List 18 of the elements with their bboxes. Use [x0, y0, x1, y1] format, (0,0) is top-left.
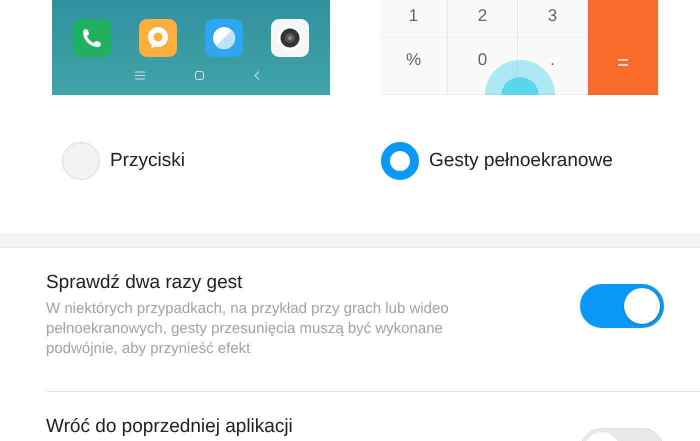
home-icon: [194, 71, 204, 80]
setting-title: Sprawdź dwa razy gest: [46, 272, 244, 294]
toggle-switch[interactable]: [580, 284, 664, 328]
calculator-key: 1: [380, 0, 448, 38]
chat-bubble-icon: [139, 19, 177, 57]
setting-description: W niektórych przypadkach, na przykład przy grach lub wideo pełnoekranowych, gesty przesunięcia muszą być wykonane podwójnie, aby przynieść efekt: [46, 299, 450, 359]
navigation-option[interactable]: Przyciski: [62, 130, 381, 191]
radio-button[interactable]: [381, 142, 419, 180]
menu-icon: [134, 71, 144, 80]
camera-icon: [271, 19, 309, 57]
calculator-key: %: [380, 38, 448, 95]
equals-key: =: [588, 0, 658, 95]
back-icon: [254, 71, 260, 80]
phone-icon: [73, 19, 111, 57]
calculator-key: 2: [448, 0, 518, 38]
browser-icon: [205, 19, 243, 57]
navigation-option[interactable]: Gesty pełnoekranowe: [381, 130, 700, 191]
setting-title: Wróć do poprzedniej aplikacji: [46, 416, 293, 438]
